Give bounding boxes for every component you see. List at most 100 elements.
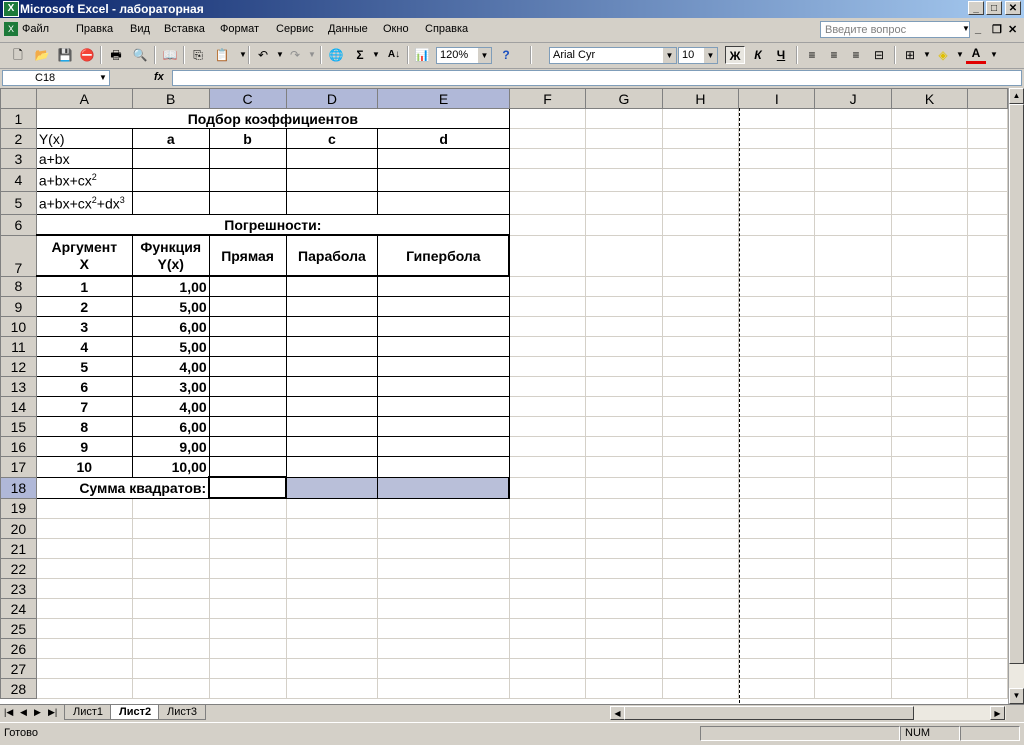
cell[interactable]: [738, 416, 816, 437]
cell[interactable]: [967, 658, 1008, 679]
paste-icon[interactable]: 📋: [212, 46, 232, 64]
cell[interactable]: [508, 476, 587, 499]
cell[interactable]: [967, 618, 1008, 639]
y-value-cell[interactable]: 1,00: [131, 275, 210, 297]
font-color-dropdown-icon[interactable]: ▼: [984, 46, 1004, 64]
cell[interactable]: [738, 538, 816, 559]
model-cell[interactable]: a+bx: [35, 148, 133, 169]
x-value-cell[interactable]: 10: [35, 456, 133, 478]
cell[interactable]: [508, 234, 587, 277]
cell[interactable]: [585, 168, 663, 192]
cell[interactable]: [738, 578, 816, 599]
cell[interactable]: [208, 578, 287, 599]
scroll-left-icon[interactable]: ◀: [610, 706, 625, 720]
cell[interactable]: [585, 275, 663, 297]
cell[interactable]: [208, 436, 287, 457]
cell[interactable]: [738, 518, 816, 539]
cell[interactable]: [377, 638, 510, 659]
first-sheet-icon[interactable]: |◀: [4, 707, 13, 718]
model-cell[interactable]: a+bx+cx2+dx3: [35, 191, 133, 215]
y-value-cell[interactable]: 6,00: [131, 416, 210, 437]
cell[interactable]: [814, 356, 892, 377]
cell[interactable]: [661, 214, 740, 236]
cell[interactable]: [738, 456, 816, 478]
row-header[interactable]: 24: [0, 598, 37, 619]
y-value-cell[interactable]: 5,00: [131, 336, 210, 357]
row-header[interactable]: 13: [0, 376, 37, 397]
cell[interactable]: [377, 416, 510, 437]
cell[interactable]: [890, 456, 969, 478]
doc-restore-button[interactable]: ❐: [992, 23, 1002, 36]
selected-cell-e18[interactable]: [377, 476, 511, 499]
cell[interactable]: [285, 436, 379, 457]
hyperlink-icon[interactable]: 🌐: [326, 46, 346, 64]
cell[interactable]: [585, 658, 663, 679]
cell[interactable]: [814, 558, 892, 579]
x-value-cell[interactable]: 9: [35, 436, 133, 457]
cell[interactable]: [35, 578, 133, 599]
cell[interactable]: [585, 678, 663, 699]
cell[interactable]: [131, 538, 210, 559]
cell[interactable]: [35, 538, 133, 559]
cell[interactable]: [661, 456, 740, 478]
cell[interactable]: [131, 678, 210, 699]
cell[interactable]: [738, 497, 816, 519]
header-cell-a[interactable]: a: [131, 128, 210, 149]
cell[interactable]: [814, 658, 892, 679]
cell[interactable]: [738, 108, 816, 129]
y-value-cell[interactable]: 3,00: [131, 376, 210, 397]
cell[interactable]: [508, 456, 587, 478]
cell[interactable]: [131, 618, 210, 639]
cell[interactable]: [508, 376, 587, 397]
cell[interactable]: [967, 108, 1008, 129]
cell[interactable]: [508, 336, 587, 357]
cell[interactable]: [131, 598, 210, 619]
cell[interactable]: [661, 658, 740, 679]
row-header[interactable]: 20: [0, 518, 37, 539]
cell[interactable]: [377, 275, 510, 297]
copy-icon[interactable]: ⎘: [188, 46, 208, 64]
cell[interactable]: [967, 168, 1008, 192]
cell[interactable]: [35, 658, 133, 679]
menu-data[interactable]: Данные: [328, 23, 368, 35]
cell[interactable]: [738, 476, 816, 499]
cell[interactable]: [967, 638, 1008, 659]
cell[interactable]: [661, 518, 740, 539]
cell[interactable]: [661, 191, 740, 215]
menu-tools[interactable]: Сервис: [276, 23, 314, 35]
cell[interactable]: [814, 234, 892, 277]
cell[interactable]: [967, 214, 1008, 236]
row-header[interactable]: 16: [0, 436, 37, 457]
cell[interactable]: [285, 416, 379, 437]
sheet-tab-3[interactable]: Лист3: [158, 705, 207, 720]
cell[interactable]: [208, 168, 287, 192]
header-cell-b[interactable]: b: [208, 128, 287, 149]
cell[interactable]: [890, 476, 969, 499]
cell[interactable]: [738, 316, 816, 337]
cell[interactable]: [377, 396, 510, 417]
cell[interactable]: [131, 148, 210, 169]
x-value-cell[interactable]: 5: [35, 356, 133, 377]
active-cell-c18[interactable]: [208, 476, 287, 499]
maximize-button[interactable]: □: [986, 1, 1002, 15]
cell[interactable]: [285, 316, 379, 337]
cell[interactable]: [585, 436, 663, 457]
cell[interactable]: [377, 168, 510, 192]
cell[interactable]: [35, 618, 133, 639]
column-header-k[interactable]: K: [890, 88, 969, 109]
cell[interactable]: [661, 376, 740, 397]
cell[interactable]: [814, 191, 892, 215]
cell[interactable]: [890, 497, 969, 519]
cell[interactable]: [585, 497, 663, 519]
cell[interactable]: [661, 148, 740, 169]
cell[interactable]: [208, 678, 287, 699]
column-header-j[interactable]: J: [814, 88, 892, 109]
cell[interactable]: [814, 618, 892, 639]
cell[interactable]: [738, 598, 816, 619]
scroll-up-icon[interactable]: ▲: [1009, 88, 1024, 104]
align-center-icon[interactable]: ≡: [824, 46, 844, 64]
cell[interactable]: [967, 416, 1008, 437]
bold-button[interactable]: Ж: [725, 46, 745, 64]
cell[interactable]: [508, 356, 587, 377]
cell[interactable]: [508, 538, 587, 559]
